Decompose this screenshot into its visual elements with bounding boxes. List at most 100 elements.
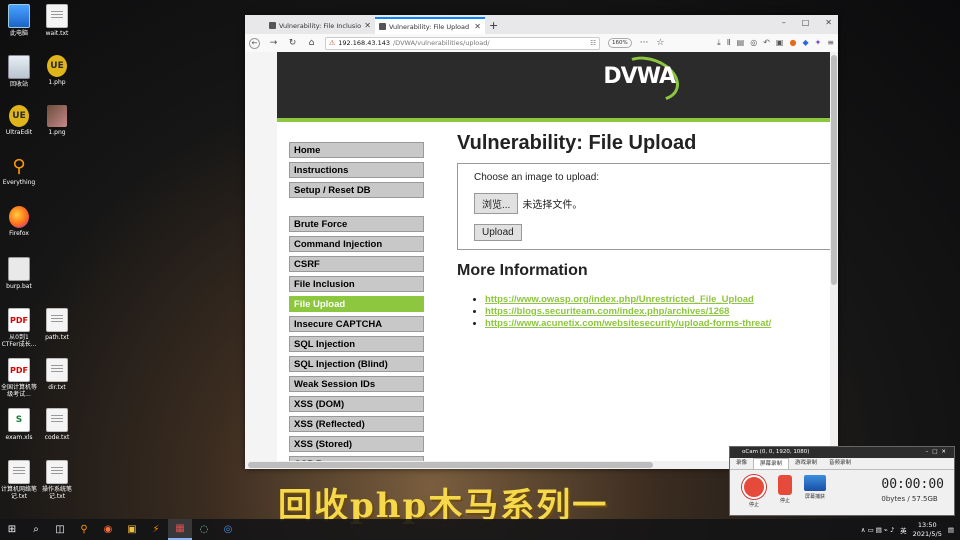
magnifier-icon: ⚲ bbox=[12, 155, 26, 177]
vertical-scrollbar[interactable] bbox=[830, 52, 838, 461]
tab-file-inclusion[interactable]: Vulnerability: File Inclusion :: D ✕ bbox=[265, 17, 375, 34]
computer-icon bbox=[8, 4, 30, 28]
menu-item-instructions[interactable]: Instructions bbox=[289, 162, 424, 178]
app-taskbar-icon[interactable]: ◌ bbox=[192, 519, 216, 540]
desktop-icon-label: Firefox bbox=[9, 230, 29, 237]
ocam-tab-audio[interactable]: 音频录制 bbox=[823, 458, 857, 469]
file-input[interactable]: 浏览... 未选择文件。 bbox=[474, 193, 821, 214]
desktop-icon-dir-txt[interactable]: dir.txt bbox=[38, 358, 76, 391]
menu-item-csrf[interactable]: CSRF bbox=[289, 256, 424, 272]
browse-button[interactable]: 浏览... bbox=[474, 193, 519, 214]
desktop-icon-exam-pdf[interactable]: PDF 全国计算机等级考试... bbox=[0, 358, 38, 398]
desktop-icon-wait-txt[interactable]: wait.txt bbox=[38, 4, 76, 37]
menu-item-insecure-captcha[interactable]: Insecure CAPTCHA bbox=[289, 316, 424, 332]
menu-item-sql-injection[interactable]: SQL Injection bbox=[289, 336, 424, 352]
hamburger-menu-icon[interactable]: ≡ bbox=[827, 38, 834, 48]
app-taskbar-icon-2[interactable]: ◎ bbox=[216, 519, 240, 540]
everything-taskbar-icon[interactable]: ⚲ bbox=[72, 519, 96, 540]
library-icon[interactable]: Ⅱ bbox=[727, 38, 731, 48]
ocam-window-controls[interactable]: –□✕ bbox=[925, 447, 950, 458]
task-view-icon[interactable]: ◫ bbox=[48, 519, 72, 540]
desktop-icon-recycle-bin[interactable]: 回收站 bbox=[0, 55, 38, 88]
pause-icon bbox=[778, 475, 792, 495]
qr-code-icon[interactable]: ☷ bbox=[590, 39, 596, 47]
downloads-icon[interactable]: ⤓ bbox=[717, 38, 721, 48]
firefox-taskbar-icon[interactable]: ◉ bbox=[96, 519, 120, 540]
ocam-pause-button[interactable]: 停止 bbox=[778, 475, 792, 504]
securiteam-link[interactable]: https://blogs.securiteam.com/index.php/a… bbox=[485, 306, 830, 317]
minimize-button[interactable]: – bbox=[782, 18, 786, 27]
home-button[interactable]: ⌂ bbox=[306, 38, 317, 48]
desktop-icon-exam-xls[interactable]: Sexam.xls bbox=[0, 408, 38, 441]
clock-date: 2021/5/5 bbox=[912, 529, 942, 538]
undo-close-icon[interactable]: ↶ bbox=[763, 38, 770, 48]
screenshot-icon[interactable]: ▣ bbox=[776, 38, 784, 48]
menu-item-xss-stored[interactable]: XSS (Stored) bbox=[289, 436, 424, 452]
clock[interactable]: 13:50 2021/5/5 bbox=[913, 521, 942, 539]
extension-purple-icon[interactable]: ✦ bbox=[815, 38, 822, 48]
ocam-capture-button[interactable]: 屏幕捕获 bbox=[804, 475, 826, 500]
zoom-level-button[interactable]: 160% bbox=[608, 38, 632, 48]
forward-button[interactable]: → bbox=[268, 38, 279, 48]
menu-item-file-inclusion[interactable]: File Inclusion bbox=[289, 276, 424, 292]
ocam-button-label: 停止 bbox=[779, 498, 790, 504]
extension-blue-icon[interactable]: ◆ bbox=[802, 38, 808, 48]
new-tab-button[interactable]: + bbox=[489, 17, 498, 34]
desktop-icon-burp-bat[interactable]: burp.bat bbox=[0, 257, 38, 290]
ocam-taskbar-icon[interactable]: ▦ bbox=[168, 519, 192, 540]
menu-item-brute-force[interactable]: Brute Force bbox=[289, 216, 424, 232]
menu-item-command-injection[interactable]: Command Injection bbox=[289, 236, 424, 252]
back-button[interactable]: ← bbox=[249, 37, 260, 49]
tray-icons[interactable]: ∧ ▭ ▤ ⌁ ♪ bbox=[861, 526, 894, 534]
start-button[interactable]: ⊞ bbox=[0, 519, 24, 540]
owasp-link[interactable]: https://www.owasp.org/index.php/Unrestri… bbox=[485, 294, 830, 305]
tab-file-upload[interactable]: Vulnerability: File Upload :: D ✕ bbox=[375, 17, 485, 34]
menu-item-weak-session-ids[interactable]: Weak Session IDs bbox=[289, 376, 424, 392]
desktop-icon-path-txt[interactable]: path.txt bbox=[38, 308, 76, 341]
ocam-window: oCam (0, 0, 1920, 1080) –□✕ 录像 屏幕录制 游戏录制… bbox=[729, 446, 955, 516]
desktop-icon-label: 1.php bbox=[48, 79, 66, 86]
ocam-tab-screen[interactable]: 屏幕录制 bbox=[753, 458, 790, 469]
sidebar-icon[interactable]: ▤ bbox=[737, 38, 745, 48]
insecure-lock-icon[interactable]: ⚠ bbox=[329, 39, 335, 47]
desktop-icon-code-txt[interactable]: code.txt bbox=[38, 408, 76, 441]
burp-taskbar-icon[interactable]: ⚡ bbox=[144, 519, 168, 540]
desktop-icon-this-pc[interactable]: 此电脑 bbox=[0, 4, 38, 37]
ocam-tab-record[interactable]: 录像 bbox=[730, 458, 753, 469]
menu-item-home[interactable]: Home bbox=[289, 142, 424, 158]
reload-button[interactable]: ↻ bbox=[287, 38, 298, 48]
tab-close-icon[interactable]: ✕ bbox=[364, 21, 371, 30]
menu-item-sql-injection-blind[interactable]: SQL Injection (Blind) bbox=[289, 356, 424, 372]
page-actions-button[interactable]: ··· bbox=[640, 38, 649, 48]
desktop-icon-1-php[interactable]: UE 1.php bbox=[38, 55, 76, 86]
upload-button[interactable]: Upload bbox=[474, 224, 522, 241]
account-icon[interactable]: ◎ bbox=[750, 38, 757, 48]
desktop-icon-ultraedit[interactable]: UE UltraEdit bbox=[0, 105, 38, 136]
explorer-taskbar-icon[interactable]: ▣ bbox=[120, 519, 144, 540]
scroll-thumb[interactable] bbox=[831, 55, 837, 285]
extension-orange-icon[interactable]: ● bbox=[789, 38, 796, 48]
desktop-icon-network-notes[interactable]: 计算机网络笔记.txt bbox=[0, 460, 38, 500]
spreadsheet-icon: S bbox=[8, 408, 30, 432]
scroll-thumb[interactable] bbox=[248, 462, 653, 468]
notification-icon[interactable]: ▤ bbox=[948, 526, 954, 534]
menu-item-xss-reflected[interactable]: XSS (Reflected) bbox=[289, 416, 424, 432]
ime-indicator[interactable]: 英 bbox=[900, 525, 907, 535]
acunetix-link[interactable]: https://www.acunetix.com/websitesecurity… bbox=[485, 318, 830, 329]
desktop-icon-everything[interactable]: ⚲ Everything bbox=[0, 155, 38, 186]
ocam-tab-game[interactable]: 游戏录制 bbox=[789, 458, 823, 469]
desktop-icon-os-notes[interactable]: 操作系统笔记.txt bbox=[38, 460, 76, 500]
address-bar[interactable]: ⚠ 192.168.43.143/DVWA/vulnerabilities/up… bbox=[325, 36, 600, 50]
bookmark-star-icon[interactable]: ☆ bbox=[656, 38, 664, 48]
close-window-button[interactable]: ✕ bbox=[825, 18, 832, 27]
desktop-icon-firefox[interactable]: Firefox bbox=[0, 206, 38, 237]
search-icon[interactable]: ⌕ bbox=[24, 519, 48, 540]
desktop-icon-1-png[interactable]: 1.png bbox=[38, 105, 76, 136]
ocam-record-stop-button[interactable]: 停止 bbox=[742, 475, 766, 508]
tab-close-icon[interactable]: ✕ bbox=[474, 22, 481, 31]
menu-item-xss-dom[interactable]: XSS (DOM) bbox=[289, 396, 424, 412]
maximize-button[interactable]: □ bbox=[802, 18, 810, 27]
menu-item-file-upload[interactable]: File Upload bbox=[289, 296, 424, 312]
menu-item-setup-reset-db[interactable]: Setup / Reset DB bbox=[289, 182, 424, 198]
desktop-icon-ctfer-pdf[interactable]: PDF 从0到1 CTFer成长... bbox=[0, 308, 38, 348]
